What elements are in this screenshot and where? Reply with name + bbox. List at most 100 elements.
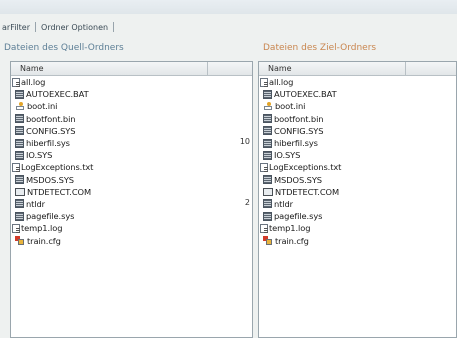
file-name: MSDOS.SYS xyxy=(274,174,322,185)
file-name: pagefile.sys xyxy=(26,211,75,222)
ini-file-icon xyxy=(15,101,25,111)
file-row[interactable]: bootfont.bin xyxy=(259,113,456,125)
file-name: bootfont.bin xyxy=(274,113,324,124)
file-row[interactable]: hiberfil.sys xyxy=(259,137,456,149)
file-row[interactable]: LogExceptions.txt xyxy=(259,161,456,173)
file-name: LogExceptions.txt xyxy=(21,162,94,173)
file-row[interactable]: bootfont.bin xyxy=(11,113,252,125)
com-file-icon xyxy=(263,187,273,196)
file-row[interactable]: pagefile.sys xyxy=(259,210,456,222)
file-row[interactable]: IO.SYS xyxy=(11,149,252,161)
file-row[interactable]: all.log xyxy=(259,76,456,88)
size-column-header[interactable] xyxy=(406,62,456,75)
target-file-list[interactable]: Name all.log AUTOEXEC.BAT boot.ini bootfont… xyxy=(258,61,457,338)
file-row[interactable]: NTDETECT.COM xyxy=(259,186,456,198)
file-row[interactable]: NTDETECT.COM xyxy=(11,186,252,198)
file-name: hiberfil.sys xyxy=(274,138,318,149)
binary-file-icon xyxy=(15,89,24,99)
file-row[interactable]: boot.ini xyxy=(259,100,456,112)
text-file-icon xyxy=(12,77,20,87)
binary-file-icon xyxy=(263,175,272,185)
binary-file-icon xyxy=(263,114,272,124)
file-row[interactable]: AUTOEXEC.BAT xyxy=(11,88,252,100)
file-row[interactable]: ntldr xyxy=(259,198,456,210)
text-file-icon xyxy=(12,162,20,172)
tab-divider xyxy=(35,22,37,32)
cfg-file-icon xyxy=(263,235,273,246)
file-name: all.log xyxy=(269,77,294,88)
file-name: boot.ini xyxy=(275,101,306,112)
file-row[interactable]: LogExceptions.txt xyxy=(11,161,252,173)
window-top-strip xyxy=(0,0,457,14)
text-file-icon xyxy=(260,162,268,172)
file-name: temp1.log xyxy=(21,223,63,234)
binary-file-icon xyxy=(15,114,24,124)
binary-file-icon xyxy=(15,138,24,148)
file-row[interactable]: MSDOS.SYS xyxy=(11,174,252,186)
binary-file-icon xyxy=(263,138,272,148)
file-row[interactable]: AUTOEXEC.BAT xyxy=(259,88,456,100)
file-row[interactable]: CONFIG.SYS xyxy=(11,125,252,137)
file-name: MSDOS.SYS xyxy=(26,174,74,185)
source-file-list[interactable]: Name all.log AUTOEXEC.BAT boot.ini bootfont… xyxy=(10,61,253,338)
file-name: ntldr xyxy=(26,198,45,209)
ini-file-icon xyxy=(263,101,273,111)
file-row[interactable]: temp1.log xyxy=(259,222,456,234)
target-pane-title: Dateien des Ziel-Ordners xyxy=(263,43,377,53)
file-name: temp1.log xyxy=(269,223,311,234)
file-name: boot.ini xyxy=(27,101,58,112)
name-column-header[interactable]: Name xyxy=(11,62,208,75)
source-pane-title: Dateien des Quell-Ordners xyxy=(4,43,124,53)
file-name: bootfont.bin xyxy=(26,113,76,124)
text-file-icon xyxy=(12,223,20,233)
binary-file-icon xyxy=(263,150,272,160)
binary-file-icon xyxy=(15,126,24,136)
tab-divider xyxy=(113,22,115,32)
file-size: 2 xyxy=(244,198,250,207)
file-name: NTDETECT.COM xyxy=(27,186,92,197)
name-column-header[interactable]: Name xyxy=(259,62,406,75)
file-name: LogExceptions.txt xyxy=(269,162,342,173)
file-row[interactable]: boot.ini xyxy=(11,100,252,112)
file-row[interactable]: MSDOS.SYS xyxy=(259,174,456,186)
file-row[interactable]: pagefile.sys xyxy=(11,210,252,222)
file-name: CONFIG.SYS xyxy=(274,125,324,136)
binary-file-icon xyxy=(263,89,272,99)
binary-file-icon xyxy=(263,126,272,136)
text-file-icon xyxy=(260,223,268,233)
file-name: IO.SYS xyxy=(274,150,301,161)
file-name: IO.SYS xyxy=(26,150,53,161)
file-row[interactable]: all.log xyxy=(11,76,252,88)
binary-file-icon xyxy=(15,175,24,185)
file-name: NTDETECT.COM xyxy=(275,186,340,197)
tab-filter[interactable]: arFilter xyxy=(0,23,32,32)
binary-file-icon xyxy=(263,211,272,221)
tab-bar: arFilter Ordner Optionen xyxy=(0,20,117,34)
com-file-icon xyxy=(15,187,25,196)
file-name: ntldr xyxy=(274,198,293,209)
file-name: pagefile.sys xyxy=(274,211,323,222)
file-row[interactable]: hiberfil.sys xyxy=(11,137,252,149)
file-name: AUTOEXEC.BAT xyxy=(26,89,89,100)
file-row[interactable]: CONFIG.SYS xyxy=(259,125,456,137)
file-row[interactable]: train.cfg xyxy=(259,234,456,246)
binary-file-icon xyxy=(263,199,272,209)
file-name: CONFIG.SYS xyxy=(26,125,76,136)
tab-folder-options[interactable]: Ordner Optionen xyxy=(39,23,110,32)
file-row[interactable]: train.cfg xyxy=(11,234,252,246)
file-name: train.cfg xyxy=(27,235,61,246)
cfg-file-icon xyxy=(15,235,25,246)
binary-file-icon xyxy=(15,199,24,209)
file-row[interactable]: ntldr xyxy=(11,198,252,210)
file-row[interactable]: IO.SYS xyxy=(259,149,456,161)
file-name: train.cfg xyxy=(275,235,309,246)
file-name: hiberfil.sys xyxy=(26,138,70,149)
file-name: AUTOEXEC.BAT xyxy=(274,89,337,100)
file-size: 10 xyxy=(239,137,250,146)
file-row[interactable]: temp1.log xyxy=(11,222,252,234)
target-column-header: Name xyxy=(259,62,456,76)
size-column-header[interactable] xyxy=(208,62,252,75)
file-name: all.log xyxy=(21,77,46,88)
binary-file-icon xyxy=(15,150,24,160)
text-file-icon xyxy=(260,77,268,87)
